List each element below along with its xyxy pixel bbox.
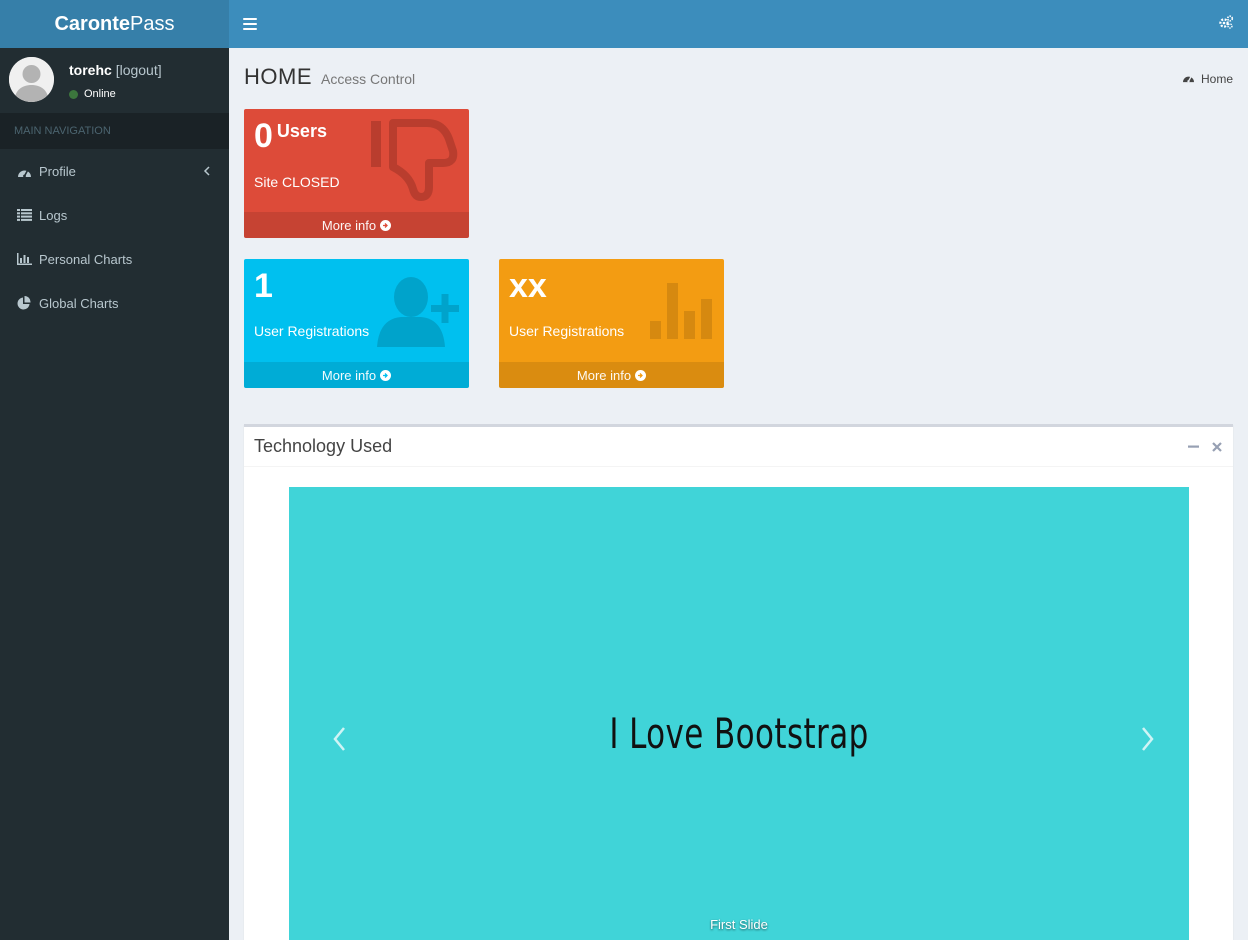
registrations-desc: User Registrations (254, 323, 370, 339)
gears-icon[interactable] (1218, 14, 1234, 35)
breadcrumb-home[interactable]: Home (1201, 72, 1233, 86)
logout-link[interactable]: [logout] (116, 62, 162, 78)
arrow-circle-right-icon (635, 369, 647, 381)
app-logo[interactable]: Caronte Pass (0, 0, 229, 48)
more-info-label: More info (321, 217, 377, 233)
users-box: 0 Users Site CLOSED More info (244, 109, 469, 238)
username: torehc (69, 62, 112, 78)
more-info-link[interactable]: More info (244, 212, 469, 238)
arrow-circle-right-icon (380, 369, 392, 381)
chevron-left-icon (203, 164, 211, 179)
dashboard-icon (1182, 72, 1195, 86)
technology-box-header: Technology Used (244, 427, 1233, 467)
logo-rest: Pass (130, 12, 175, 35)
user-name: torehc [logout] (69, 62, 162, 78)
more-info-link[interactable]: More info (244, 362, 469, 388)
slide-text: I Love Bootstrap (609, 709, 869, 758)
registrations-xx-count: xx (509, 267, 547, 305)
carousel-next-icon[interactable] (1137, 725, 1161, 755)
avatar (9, 57, 54, 102)
sidebar-item-logs[interactable]: Logs (0, 193, 229, 237)
sidebar-toggle-icon[interactable] (243, 18, 257, 30)
sidebar-item-global-charts[interactable]: Global Charts (0, 281, 229, 325)
technology-box: Technology Used I Love Bootstrap First S… (244, 424, 1233, 940)
registrations-xx-box: xx User Registrations More info (499, 259, 724, 388)
breadcrumb[interactable]: Home (1182, 72, 1233, 86)
user-status: Online (69, 88, 116, 100)
list-icon (16, 208, 32, 222)
nav-header: MAIN NAVIGATION (0, 113, 229, 149)
carousel-prev-icon[interactable] (330, 725, 354, 755)
top-navbar (229, 0, 1248, 48)
technology-box-title: Technology Used (254, 436, 393, 456)
sidebar-item-profile[interactable]: Profile (0, 149, 229, 193)
sidebar-item-label: Global Charts (39, 295, 119, 311)
content-header: HOME Access Control (244, 64, 415, 90)
more-info-link[interactable]: More info (499, 362, 724, 388)
users-label: Users (276, 121, 327, 141)
more-info-label: More info (321, 367, 377, 383)
page-title: HOME (244, 64, 312, 89)
dashboard-icon (16, 164, 32, 178)
pie-chart-icon (16, 296, 32, 310)
minimize-icon[interactable] (1187, 441, 1199, 453)
page-subtitle: Access Control (321, 71, 416, 87)
carousel: I Love Bootstrap First Slide (289, 487, 1189, 940)
sidebar-item-label: Personal Charts (39, 251, 133, 267)
sidebar: torehc [logout] Online MAIN NAVIGATION P… (0, 48, 229, 940)
sidebar-item-label: Profile (39, 163, 76, 179)
bar-chart-icon (16, 252, 32, 266)
sidebar-item-personal-charts[interactable]: Personal Charts (0, 237, 229, 281)
site-status: Site CLOSED (254, 174, 340, 190)
sidebar-item-label: Logs (39, 207, 68, 223)
slide-caption: First Slide (710, 917, 768, 932)
logo-bold: Caronte (54, 12, 131, 35)
more-info-label: More info (576, 367, 632, 383)
user-panel: torehc [logout] Online (0, 48, 229, 113)
close-icon[interactable] (1211, 441, 1223, 453)
registrations-count: 1 (254, 267, 273, 305)
registrations-xx-desc: User Registrations (509, 323, 625, 339)
registrations-box: 1 User Registrations More info (244, 259, 469, 388)
box-tools (1187, 441, 1223, 453)
users-count: 0 (254, 117, 273, 155)
online-dot-icon (69, 89, 78, 99)
status-label: Online (84, 88, 116, 100)
arrow-circle-right-icon (380, 219, 392, 231)
